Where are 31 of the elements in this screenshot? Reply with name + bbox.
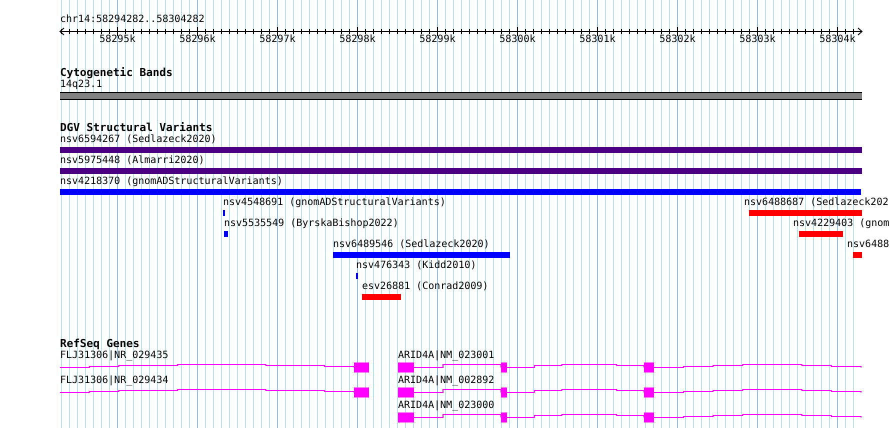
tick-label: 58301k (579, 34, 616, 46)
feature-label: ARID4A|NM_023001 (398, 350, 494, 362)
feature-label: nsv5975448 (Almarri2020) (60, 155, 204, 167)
feature-label: nsv6488 (847, 239, 890, 251)
track-title: RefSeq Genes (60, 337, 140, 350)
feature-label: nsv4548691 (gnomADStructuralVariants) (223, 197, 446, 209)
location-label: chr14:58294282..58304282 (60, 14, 204, 26)
tick-label: 58303k (739, 34, 776, 46)
feature-label: FLJ31306|NR_029434 (60, 375, 168, 387)
tick-label: 58300k (499, 34, 536, 46)
feature-label: nsv4218370 (gnomADStructuralVariants) (60, 176, 283, 188)
track-title: Cytogenetic Bands (60, 66, 173, 79)
tick-label: 58298k (339, 34, 376, 46)
feature-label: nsv6489546 (Sedlazeck2020) (333, 239, 490, 251)
feature-label: esv26881 (Conrad2009) (362, 281, 488, 293)
feature-label: nsv5535549 (ByrskaBishop2022) (224, 218, 399, 230)
feature-label: nsv6594267 (Sedlazeck2020) (60, 134, 217, 146)
tick-label: 58296k (179, 34, 216, 46)
feature-label: nsv4229403 (gnom (793, 218, 890, 230)
feature-label: nsv6488687 (Sedlazeck202 (744, 197, 888, 209)
tick-label: 58304k (819, 34, 856, 46)
tick-label: 58302k (659, 34, 696, 46)
tick-label: 58299k (419, 34, 456, 46)
track-title: DGV Structural Variants (60, 121, 212, 134)
feature-label: ARID4A|NM_023000 (398, 400, 494, 412)
feature-label: FLJ31306|NR_029435 (60, 350, 168, 362)
tick-label: 58297k (259, 34, 296, 46)
feature-label: ARID4A|NM_002892 (398, 375, 494, 387)
feature-label: nsv476343 (Kidd2010) (356, 260, 476, 272)
feature-label: 14q23.1 (60, 79, 102, 91)
tick-label: 58295k (99, 34, 136, 46)
